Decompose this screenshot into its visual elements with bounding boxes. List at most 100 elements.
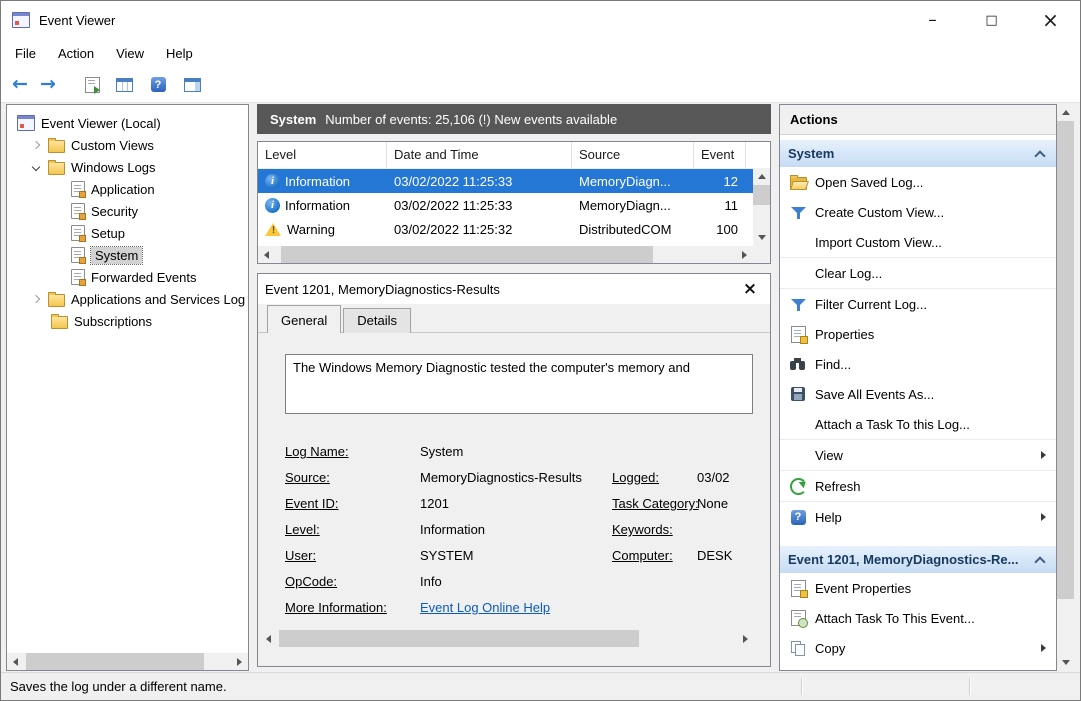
menu-help[interactable]: Help [155, 39, 204, 67]
close-preview-icon[interactable]: × [740, 279, 760, 299]
action-clear-log[interactable]: Clear Log... [780, 258, 1056, 289]
scroll-down-icon[interactable] [1057, 654, 1074, 671]
close-button[interactable]: × [1021, 1, 1080, 39]
show-console-tree-button[interactable] [111, 72, 137, 98]
preview-horizontal-scrollbar[interactable] [260, 630, 754, 647]
status-divider [801, 678, 802, 695]
actions-section-event[interactable]: Event 1201, MemoryDiagnostics-Re... [780, 546, 1056, 573]
scroll-right-icon[interactable] [231, 653, 248, 670]
event-description: The Windows Memory Diagnostic tested the… [293, 360, 690, 375]
tree-item-setup[interactable]: Setup [7, 222, 248, 244]
tree-item-system[interactable]: System [7, 244, 248, 266]
tree-item-applications-services-logs[interactable]: Applications and Services Log [7, 288, 248, 310]
tab-general[interactable]: General [267, 305, 341, 333]
scroll-right-icon[interactable] [737, 630, 754, 647]
action-filter-current-log[interactable]: Filter Current Log... [780, 289, 1056, 319]
console-tree-icon [116, 78, 133, 92]
minimize-button[interactable]: – [903, 1, 962, 39]
action-open-saved-log[interactable]: Open Saved Log... [780, 167, 1056, 197]
action-save-all-events-as[interactable]: Save All Events As... [780, 379, 1056, 409]
tree-item-root[interactable]: Event Viewer (Local) [7, 112, 248, 134]
info-icon [265, 174, 280, 189]
tree-item-forwarded-events[interactable]: Forwarded Events [7, 266, 248, 288]
toolbar: ← → [1, 67, 1080, 103]
scroll-thumb[interactable] [26, 653, 204, 670]
event-row[interactable]: Warning 03/02/2022 11:25:32 DistributedC… [258, 217, 753, 241]
menu-action[interactable]: Action [47, 39, 105, 67]
scroll-down-icon[interactable] [753, 229, 770, 246]
action-label: Clear Log... [815, 266, 882, 281]
tree-item-subscriptions[interactable]: Subscriptions [7, 310, 248, 332]
chevron-down-icon[interactable] [32, 163, 40, 171]
action-label: Save All Events As... [815, 387, 934, 402]
log-summary-bar: System Number of events: 25,106 (!) New … [257, 104, 771, 134]
copy-icon [791, 641, 806, 655]
event-description-box[interactable]: The Windows Memory Diagnostic tested the… [285, 354, 753, 414]
export-list-button[interactable] [79, 72, 105, 98]
column-event-id[interactable]: Event [694, 142, 746, 168]
forward-button[interactable]: → [35, 72, 61, 98]
scroll-thumb[interactable] [279, 630, 639, 647]
results-panel: System Number of events: 25,106 (!) New … [257, 104, 771, 667]
maximize-button[interactable]: □ [962, 1, 1021, 39]
scroll-thumb[interactable] [1057, 121, 1074, 599]
action-copy[interactable]: Copy [780, 633, 1056, 663]
scroll-right-icon[interactable] [736, 246, 753, 263]
cell-event-id: 100 [716, 222, 738, 237]
scroll-track[interactable] [275, 246, 736, 263]
scroll-left-icon[interactable] [7, 653, 24, 670]
event-row[interactable]: Information 03/02/2022 11:25:33 MemoryDi… [258, 193, 753, 217]
cell-event-id: 11 [725, 198, 739, 213]
tree-item-windows-logs[interactable]: Windows Logs [7, 156, 248, 178]
scroll-up-icon[interactable] [753, 168, 770, 185]
help-toolbar-button[interactable] [145, 72, 171, 98]
menu-file[interactable]: File [4, 39, 47, 67]
status-bar: Saves the log under a different name. [1, 672, 1080, 700]
scroll-thumb[interactable] [753, 185, 770, 205]
action-create-custom-view[interactable]: Create Custom View... [780, 197, 1056, 227]
scroll-left-icon[interactable] [260, 630, 277, 647]
action-find[interactable]: Find... [780, 349, 1056, 379]
collapse-chevron-icon[interactable] [1034, 150, 1045, 161]
tree-horizontal-scrollbar[interactable] [7, 653, 248, 670]
collapse-chevron-icon[interactable] [1034, 556, 1045, 567]
back-button[interactable]: ← [7, 72, 33, 98]
scroll-track[interactable] [24, 653, 231, 670]
column-source[interactable]: Source [572, 142, 694, 168]
event-list-horizontal-scrollbar[interactable] [258, 246, 770, 263]
action-attach-task-to-event[interactable]: Attach Task To This Event... [780, 603, 1056, 633]
blank-icon [791, 417, 806, 431]
actions-section-system[interactable]: System [780, 140, 1056, 167]
cell-datetime: 03/02/2022 11:25:33 [394, 198, 512, 213]
action-event-properties[interactable]: Event Properties [780, 573, 1056, 603]
action-view[interactable]: View [780, 440, 1056, 471]
tree-item-application[interactable]: Application [7, 178, 248, 200]
column-date-time[interactable]: Date and Time [387, 142, 572, 168]
event-log-online-help-link[interactable]: Event Log Online Help [420, 595, 550, 621]
column-level[interactable]: Level [258, 142, 387, 168]
open-folder-icon [790, 177, 807, 190]
actions-vertical-scrollbar[interactable] [1057, 104, 1074, 671]
back-arrow-icon: ← [12, 75, 28, 94]
tree-item-custom-views[interactable]: Custom Views [7, 134, 248, 156]
cell-source: MemoryDiagn... [579, 174, 671, 189]
action-properties[interactable]: Properties [780, 319, 1056, 349]
window-controls: – □ × [903, 1, 1080, 39]
chevron-right-icon[interactable] [32, 141, 40, 149]
action-help[interactable]: Help [780, 502, 1056, 532]
tab-details[interactable]: Details [343, 308, 411, 333]
action-import-custom-view[interactable]: Import Custom View... [780, 227, 1056, 258]
tree-item-security[interactable]: Security [7, 200, 248, 222]
menu-view[interactable]: View [105, 39, 155, 67]
action-refresh[interactable]: Refresh [780, 471, 1056, 502]
event-list-vertical-scrollbar[interactable] [753, 168, 770, 246]
scroll-up-icon[interactable] [1057, 104, 1074, 121]
chevron-right-icon[interactable] [32, 295, 40, 303]
action-attach-task-to-log[interactable]: Attach a Task To this Log... [780, 409, 1056, 440]
action-item-clipped[interactable] [780, 663, 1056, 671]
scroll-track[interactable] [277, 630, 737, 647]
scroll-left-icon[interactable] [258, 246, 275, 263]
event-row[interactable]: Information 03/02/2022 11:25:33 MemoryDi… [258, 169, 753, 193]
show-action-pane-button[interactable] [179, 72, 205, 98]
scroll-thumb[interactable] [281, 246, 653, 263]
